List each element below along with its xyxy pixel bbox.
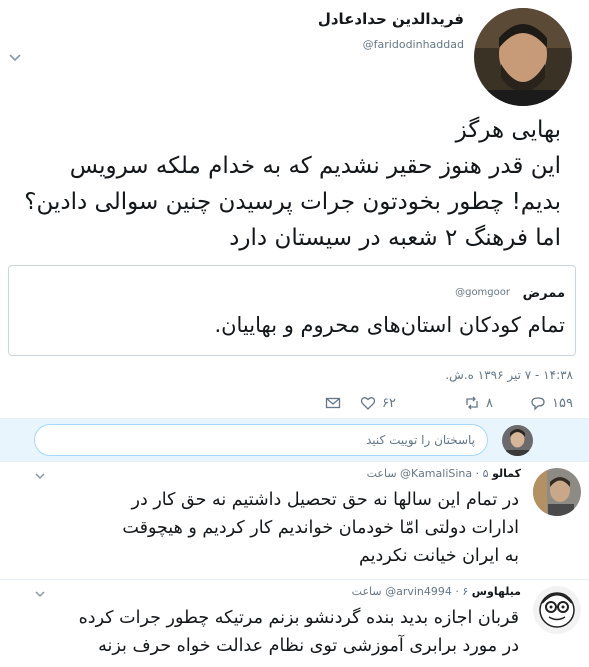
quoted-tweet[interactable]: ممرض @gomgoor تمام کودکان استان‌های محرو… [8, 265, 576, 356]
main-tweet: فریدالدین حدادعادل @faridodinhaddad بهای… [0, 0, 589, 418]
author-avatar[interactable] [474, 8, 572, 106]
reply-count: ۱۵۹ [552, 395, 573, 411]
reply-author-handle[interactable]: @arvin4994 [385, 585, 452, 598]
like-action[interactable]: ۶۲ [360, 392, 396, 414]
reply-placeholder: پاسختان را توییت کنید [366, 433, 475, 447]
reply-text: قربان اجازه بدید بنده گردنشو بزنم مرتیکه… [8, 604, 519, 660]
tweet-text: بهایی هرگز این قدر هنوز حقیر نشدیم که به… [16, 112, 561, 256]
reply-text-line: در مورد برابری آموزشی توی نظام عدالت خوا… [98, 636, 519, 656]
reply-author-avatar[interactable] [533, 468, 581, 516]
tweet-text-line: بدیم! چطور بخودتون جرات پرسیدن چنین سوال… [24, 189, 561, 215]
reply-composer: پاسختان را توییت کنید [0, 419, 589, 461]
reply-tweet[interactable]: میلهاوس @arvin4994 · ۶ ساعت قربان اجازه … [0, 580, 589, 667]
chevron-down-icon[interactable] [34, 470, 46, 482]
reply-tweet[interactable]: کمالو @KamaliSina · ۵ ساعت در تمام این س… [0, 462, 589, 579]
tweet-text-line: این قدر هنوز حقیر نشدیم که به خدام ملکه … [69, 153, 561, 179]
envelope-icon [325, 397, 341, 409]
retweet-count: ۸ [486, 395, 493, 411]
quoted-author-name: ممرض [522, 286, 565, 301]
heart-icon [360, 397, 376, 410]
tweet-timestamp[interactable]: ۱۴:۳۸ - ۷ تیر ۱۳۹۶ ه.ش. [445, 368, 573, 382]
reply-header: میلهاوس @arvin4994 · ۶ ساعت [351, 585, 521, 598]
reply-author-name[interactable]: کمالو [492, 467, 521, 480]
reply-header: کمالو @KamaliSina · ۵ ساعت [366, 467, 521, 480]
retweet-action[interactable]: ۸ [464, 392, 493, 414]
current-user-avatar[interactable] [502, 425, 533, 456]
reply-action[interactable]: ۱۵۹ [530, 392, 573, 414]
reply-icon [531, 397, 545, 411]
tweet-text-line: بهایی هرگز [455, 117, 561, 143]
message-action[interactable] [325, 392, 341, 414]
reply-text-line: قربان اجازه بدید بنده گردنشو بزنم مرتیکه… [78, 608, 519, 628]
quoted-tweet-text: تمام کودکان استان‌های محروم و بهاییان. [214, 313, 565, 337]
reply-author-handle[interactable]: @KamaliSina [400, 467, 472, 480]
reply-text-line: در تمام این سالها نه حق تحصیل داشتیم نه … [131, 490, 519, 510]
author-name[interactable]: فریدالدین حدادعادل [318, 10, 464, 28]
reply-input[interactable]: پاسختان را توییت کنید [34, 424, 488, 456]
tweet-actions: ۱۵۹ ۸ ۶۲ [0, 392, 589, 414]
reply-text-line: به ایران خیانت نکردیم [358, 546, 519, 566]
reply-author-name[interactable]: میلهاوس [472, 585, 521, 598]
like-count: ۶۲ [382, 395, 396, 411]
reply-text-line: ادارات دولتی امّا خودمان خواندیم کار کرد… [122, 518, 519, 538]
tweet-text-line: اما فرهنگ ۲ شعبه در سیستان دارد [229, 225, 561, 251]
reply-text: در تمام این سالها نه حق تحصیل داشتیم نه … [8, 486, 519, 570]
retweet-icon [466, 396, 478, 410]
quoted-author-handle: @gomgoor [455, 287, 510, 298]
chevron-down-icon[interactable] [8, 50, 22, 64]
author-handle[interactable]: @faridodinhaddad [363, 38, 464, 51]
reply-author-avatar[interactable] [533, 586, 581, 634]
chevron-down-icon[interactable] [34, 588, 46, 600]
